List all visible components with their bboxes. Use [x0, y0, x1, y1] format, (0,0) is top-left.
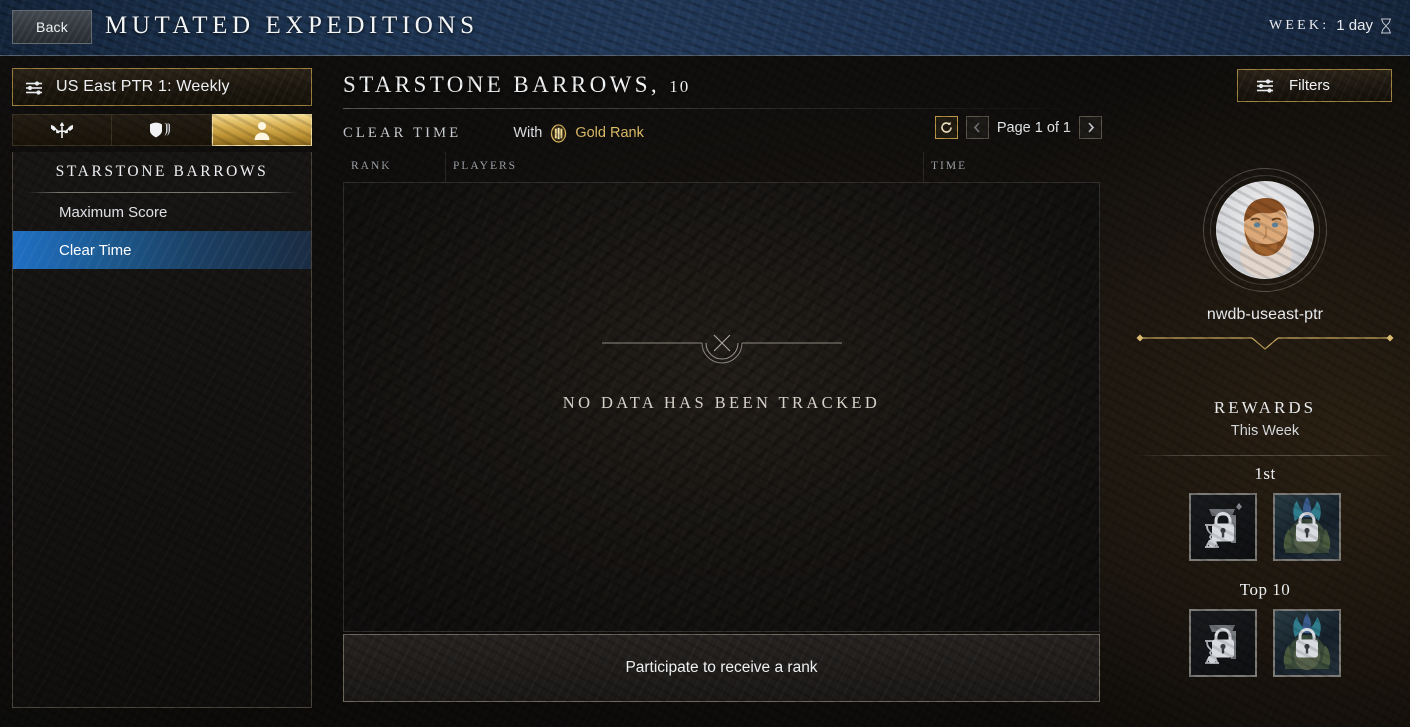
- sliders-icon: [1256, 78, 1275, 93]
- leaderboard-title: STARSTONE BARROWS, 10: [343, 72, 690, 98]
- character-portrait: [1216, 181, 1314, 279]
- right-panel: Filters nwdb-useast-ptr REWARDS This Wee…: [1120, 0, 1410, 727]
- rank-label: Gold Rank: [575, 125, 644, 141]
- week-label: WEEK:: [1268, 17, 1330, 33]
- with-label: With: [513, 125, 543, 141]
- prev-page-button[interactable]: [965, 116, 989, 139]
- locked-reward-armor[interactable]: [1273, 493, 1341, 561]
- sliders-icon: [25, 80, 44, 95]
- lock-icon: [1212, 512, 1234, 542]
- participate-label: Participate to receive a rank: [625, 659, 818, 676]
- back-button[interactable]: Back: [12, 10, 92, 44]
- rank-filter: With Gold Rank: [513, 123, 644, 143]
- lock-icon: [1296, 512, 1318, 542]
- gold-chevron-divider: [1134, 332, 1396, 354]
- leaderboard-subheader: CLEAR TIME With Gold Rank: [343, 118, 644, 148]
- back-button-label: Back: [36, 19, 68, 35]
- refresh-icon: [941, 121, 952, 133]
- avatar[interactable]: [1203, 168, 1327, 292]
- lock-icon: [1296, 628, 1318, 658]
- week-value: 1 day: [1336, 17, 1373, 34]
- rewards-header: REWARDS This Week: [1120, 398, 1410, 439]
- war-icon: [51, 122, 74, 138]
- reward-tier-label: 1st: [1254, 464, 1276, 483]
- sidebar-item-maximum-score[interactable]: Maximum Score: [13, 193, 311, 231]
- rewards-subtitle: This Week: [1230, 423, 1300, 439]
- reward-items: [1120, 609, 1410, 677]
- column-header-players: PLAYERS: [453, 160, 518, 172]
- rewards-divider: [1134, 455, 1396, 456]
- x-ornament-icon: [601, 334, 842, 364]
- person-icon: [254, 122, 270, 140]
- tab-person[interactable]: [211, 114, 312, 146]
- server-selector[interactable]: US East PTR 1: Weekly: [12, 68, 312, 106]
- chevron-left-icon: [974, 122, 980, 133]
- tab-war[interactable]: [12, 114, 113, 146]
- pagination: Page 1 of 1: [934, 116, 1102, 139]
- participate-banner[interactable]: Participate to receive a rank: [343, 634, 1100, 702]
- next-page-button[interactable]: [1079, 116, 1102, 139]
- table-header-row: RANK PLAYERS TIME: [343, 152, 1100, 182]
- column-header-rank: RANK: [351, 160, 392, 172]
- server-selector-label: US East PTR 1: Weekly: [56, 78, 230, 95]
- main-content: STARSTONE BARROWS, 10 CLEAR TIME With Go…: [335, 62, 1110, 712]
- sidebar-nav-panel: STARSTONE BARROWS Maximum Score Clear Ti…: [12, 152, 312, 708]
- leaderboard-table: RANK PLAYERS TIME NO DATA HAS BEEN TRACK…: [343, 152, 1100, 670]
- reward-tier-label: Top 10: [1239, 580, 1291, 599]
- sidebar-item-clear-time[interactable]: Clear Time: [13, 231, 311, 269]
- locked-reward-hourglass[interactable]: [1189, 609, 1257, 677]
- shields-icon: [150, 122, 171, 138]
- column-separator: [445, 152, 446, 182]
- sidebar: US East PTR 1: Weekly STARSTONE BARROWS …: [12, 68, 312, 708]
- page-indicator: Page 1 of 1: [996, 119, 1071, 136]
- chevron-right-icon: [1087, 122, 1094, 133]
- leaderboard-level: 10: [669, 77, 691, 96]
- filters-button-label: Filters: [1289, 77, 1330, 94]
- mode-label: CLEAR TIME: [343, 124, 462, 141]
- empty-state: NO DATA HAS BEEN TRACKED: [344, 329, 1099, 413]
- tab-shields[interactable]: [112, 114, 212, 146]
- sidebar-item-label: Maximum Score: [59, 203, 168, 221]
- lock-icon: [1212, 628, 1234, 658]
- table-body: NO DATA HAS BEEN TRACKED: [343, 182, 1100, 632]
- page-title: MUTATED EXPEDITIONS: [105, 12, 479, 39]
- mutated-expeditions-screen: Back MUTATED EXPEDITIONS WEEK: 1 day US …: [0, 0, 1410, 727]
- column-header-time: TIME: [931, 160, 968, 172]
- locked-reward-armor[interactable]: [1273, 609, 1341, 677]
- hourglass-icon: [1380, 18, 1392, 34]
- sidebar-section-title: STARSTONE BARROWS: [55, 163, 269, 180]
- locked-reward-hourglass[interactable]: [1189, 493, 1257, 561]
- reward-items: [1120, 493, 1410, 561]
- refresh-button[interactable]: [934, 116, 958, 139]
- reward-tier-first: 1st: [1120, 464, 1410, 561]
- week-timer: WEEK: 1 day: [1269, 17, 1392, 34]
- column-separator: [923, 152, 924, 182]
- rewards-title: REWARDS: [1213, 398, 1317, 417]
- profile-block: nwdb-useast-ptr: [1120, 168, 1410, 324]
- gold-medal-icon: [549, 123, 568, 143]
- filters-button[interactable]: Filters: [1237, 69, 1392, 102]
- username-label: nwdb-useast-ptr: [1206, 306, 1324, 323]
- sidebar-item-label: Clear Time: [59, 241, 132, 259]
- empty-state-message: NO DATA HAS BEEN TRACKED: [562, 393, 881, 412]
- leaderboard-title-text: STARSTONE BARROWS,: [343, 72, 661, 97]
- title-rule: [343, 108, 1100, 109]
- reward-tier-top10: Top 10: [1120, 580, 1410, 677]
- category-tabs: [12, 114, 312, 146]
